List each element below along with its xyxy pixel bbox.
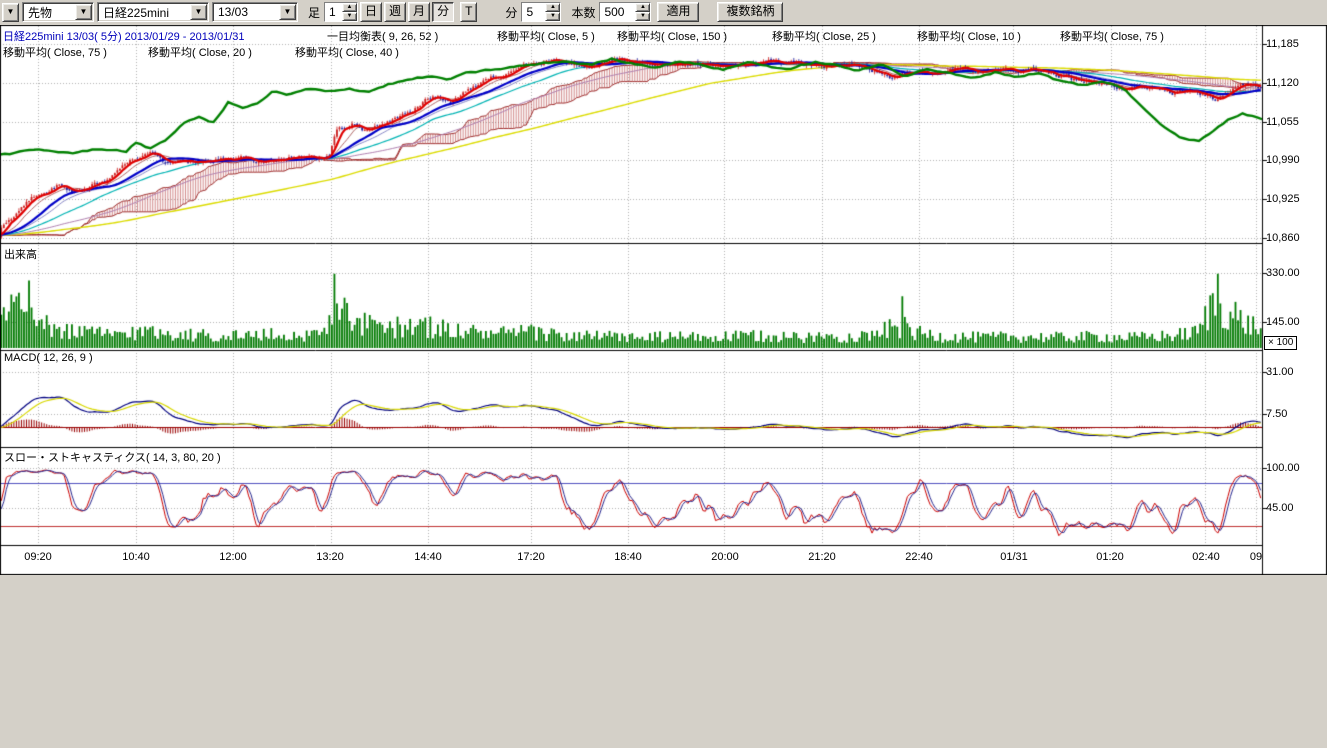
- bar-type-label: 足: [308, 4, 320, 21]
- chart-canvas[interactable]: [0, 25, 1327, 575]
- period-week-button[interactable]: 週: [384, 2, 406, 22]
- window-menu-button[interactable]: ▼: [2, 3, 19, 22]
- apply-button[interactable]: 適用: [657, 2, 699, 22]
- category-value: 先物: [28, 4, 75, 21]
- spin-down-icon[interactable]: ▼: [545, 12, 560, 21]
- category-select[interactable]: 先物 ▼: [22, 2, 94, 22]
- chevron-down-icon[interactable]: ▼: [279, 4, 296, 20]
- bar-interval-value: 1: [325, 3, 342, 21]
- multi-symbol-button[interactable]: 複数銘柄: [717, 2, 783, 22]
- contract-value: 13/03: [218, 5, 279, 19]
- spin-down-icon[interactable]: ▼: [342, 12, 357, 21]
- symbol-value: 日経225mini: [103, 4, 190, 21]
- toolbar: ▼ 先物 ▼ 日経225mini ▼ 13/03 ▼ 足 1 ▲▼ 日 週 月 …: [0, 0, 1327, 24]
- bar-interval-input[interactable]: 1 ▲▼: [324, 2, 358, 22]
- minute-label: 分: [505, 4, 517, 21]
- bar-count-value: 500: [600, 3, 635, 21]
- bar-count-label: 本数: [571, 4, 595, 21]
- spin-up-icon[interactable]: ▲: [635, 3, 650, 12]
- contract-select[interactable]: 13/03 ▼: [212, 2, 298, 22]
- period-month-button[interactable]: 月: [408, 2, 430, 22]
- dropdown-arrow-icon: ▼: [7, 7, 15, 16]
- bar-count-input[interactable]: 500 ▲▼: [599, 2, 651, 22]
- chevron-down-icon[interactable]: ▼: [190, 4, 207, 20]
- spin-up-icon[interactable]: ▲: [342, 3, 357, 12]
- trading-app-window: { "toolbar": { "dropdown_arrow": "▼", "c…: [0, 0, 1327, 748]
- spin-up-icon[interactable]: ▲: [545, 3, 560, 12]
- symbol-select[interactable]: 日経225mini ▼: [97, 2, 209, 22]
- period-day-button[interactable]: 日: [360, 2, 382, 22]
- period-tick-button[interactable]: T: [460, 2, 477, 22]
- period-minute-button[interactable]: 分: [432, 2, 454, 22]
- minute-input[interactable]: 5 ▲▼: [521, 2, 561, 22]
- chevron-down-icon[interactable]: ▼: [75, 4, 92, 20]
- minute-value: 5: [522, 3, 545, 21]
- spin-down-icon[interactable]: ▼: [635, 12, 650, 21]
